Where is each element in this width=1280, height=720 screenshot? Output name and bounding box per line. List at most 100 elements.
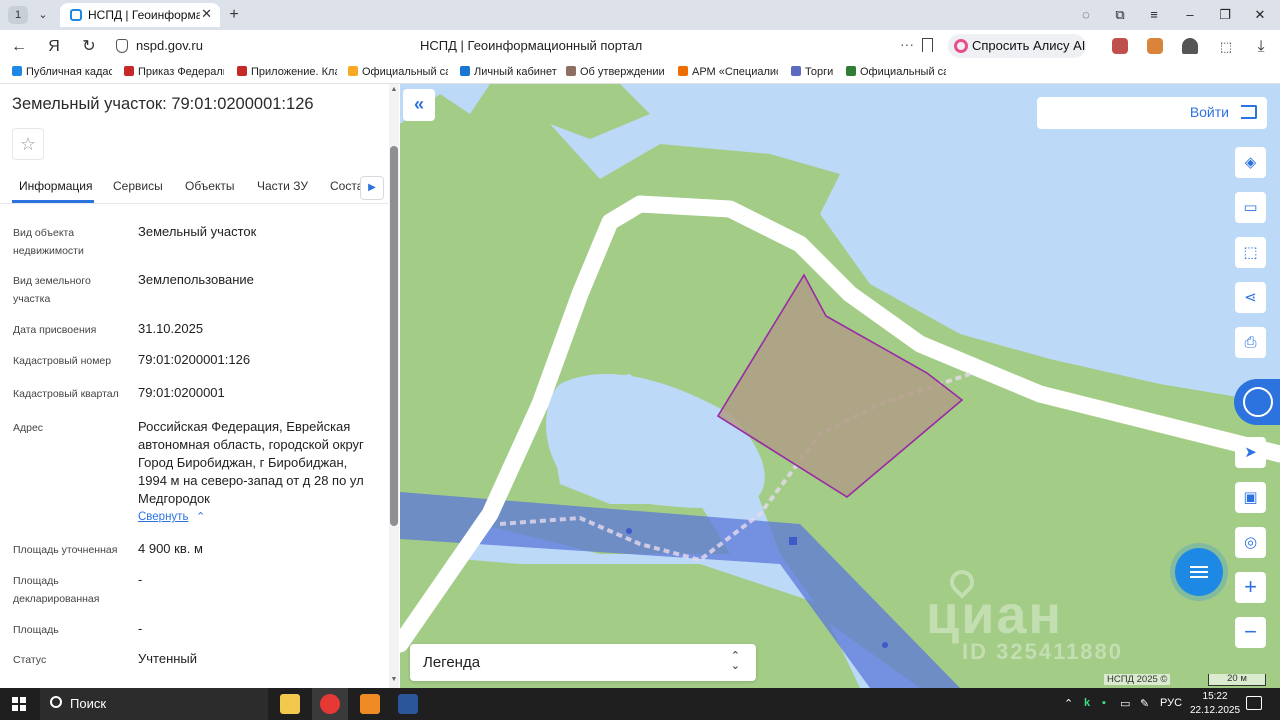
ask-alisa-button[interactable]: Спросить Алису AI	[948, 34, 1086, 58]
favorite-star-icon[interactable]: ☆	[12, 128, 44, 160]
tab-services[interactable]: Сервисы	[113, 179, 163, 193]
yandex-browser-icon[interactable]	[320, 694, 340, 714]
tray-chevron-icon[interactable]: ⌃	[1064, 697, 1073, 710]
select-area-icon[interactable]: ⬚	[1235, 237, 1266, 268]
new-tab-icon[interactable]: +	[224, 5, 244, 25]
object-info-panel: Земельный участок: 79:01:0200001:126 ☆ И…	[0, 84, 400, 688]
collapse-link[interactable]: Свернуть	[138, 511, 188, 523]
feedback-tab[interactable]	[1234, 379, 1280, 425]
bookmark-item[interactable]: АРМ «Специалис	[678, 66, 778, 82]
tab-information[interactable]: Информация	[19, 179, 92, 193]
bookmark-favicon-icon	[124, 66, 134, 76]
notifications-icon[interactable]	[1246, 696, 1262, 710]
pen-icon[interactable]: ✎	[1140, 697, 1149, 710]
zoom-in-button[interactable]: +	[1235, 572, 1266, 603]
browser-tab-active[interactable]: НСПД | Геоинформацио ✕	[60, 3, 220, 27]
watermark: циан	[926, 585, 1064, 645]
yandex-icon[interactable]: Я	[43, 36, 65, 58]
bookmark-label: Приказ Федераль	[138, 66, 224, 78]
minimap-icon[interactable]: ▣	[1235, 482, 1266, 513]
extension-icon[interactable]	[1112, 38, 1128, 54]
menu-icon[interactable]: ≡	[1142, 5, 1166, 25]
zoom-out-button[interactable]: −	[1235, 617, 1266, 648]
tab-counter[interactable]: 1	[8, 6, 28, 24]
restore-icon[interactable]: ❐	[1213, 5, 1237, 25]
field-value: Землепользование	[138, 272, 254, 287]
collections-icon[interactable]: ⧉	[1108, 5, 1132, 25]
bookmark-icon[interactable]	[922, 38, 933, 52]
bookmark-favicon-icon	[566, 66, 576, 76]
word-icon[interactable]	[398, 694, 418, 714]
reload-icon[interactable]: ↻	[78, 36, 100, 58]
cadastral-number-value: 79:01:0200001:126	[138, 352, 251, 367]
field-value: -	[138, 621, 143, 636]
bookmark-label: Личный кабинет	[474, 66, 557, 78]
windows-start-icon[interactable]	[12, 697, 26, 711]
tray-app-icon[interactable]: k	[1084, 697, 1090, 709]
chevron-up-icon[interactable]: ⌃	[196, 510, 205, 523]
page-title: НСПД | Геоинформационный портал	[420, 38, 643, 53]
site-security-icon[interactable]	[116, 39, 128, 53]
panel-scrollbar[interactable]: ▲ ▼	[389, 84, 399, 688]
app-icon[interactable]	[360, 694, 380, 714]
bookmark-label: Публичная кадас	[26, 66, 112, 78]
taskbar-search[interactable]: Поиск	[40, 688, 268, 720]
area-value: 4 900 кв. м	[138, 541, 203, 556]
extension-icon[interactable]	[1147, 38, 1163, 54]
language-indicator[interactable]: РУС	[1160, 697, 1182, 709]
bookmark-favicon-icon	[348, 66, 358, 76]
back-icon[interactable]: ←	[8, 36, 30, 58]
clock-date: 22.12.2025	[1190, 705, 1241, 716]
bookmark-item[interactable]: Приказ Федераль	[124, 66, 224, 82]
extension-icon[interactable]	[1182, 38, 1198, 54]
bookmark-label: Об утверждении	[580, 66, 665, 78]
login-button[interactable]: Войти	[1037, 97, 1267, 129]
share-icon[interactable]: ⋖	[1235, 282, 1266, 313]
cadastral-quarter-value: 79:01:0200001	[138, 385, 225, 400]
scroll-down-icon[interactable]: ▼	[390, 676, 398, 684]
bookmark-item[interactable]: Личный кабинет	[460, 66, 560, 82]
bookmark-item[interactable]: Торги	[791, 66, 841, 82]
print-icon[interactable]: ⎙	[1235, 327, 1266, 358]
bookmark-favicon-icon	[460, 66, 470, 76]
address-value: Российская Федерация, Еврейская автономн…	[138, 419, 364, 506]
more-icon[interactable]: ···	[900, 36, 914, 52]
bookmark-item[interactable]: Официальный са	[846, 66, 946, 82]
url-field[interactable]: nspd.gov.ru	[136, 38, 203, 53]
window-close-icon[interactable]: ✕	[1248, 5, 1272, 25]
locate-icon[interactable]: ➤	[1235, 437, 1266, 468]
clock[interactable]: 15:22 22.12.2025	[1190, 690, 1240, 718]
bookmark-item[interactable]: Об утверждении	[566, 66, 666, 82]
scrollbar-thumb[interactable]	[390, 146, 398, 526]
file-explorer-icon[interactable]	[280, 694, 300, 714]
scroll-up-icon[interactable]: ▲	[390, 86, 398, 94]
tab-close-icon[interactable]: ✕	[201, 6, 212, 22]
tray-app-icon[interactable]: ▪	[1102, 697, 1106, 709]
field-value: Земельный участок	[138, 224, 257, 239]
field-label: Вид земельного участка	[13, 275, 91, 305]
tab-parcel-parts[interactable]: Части ЗУ	[257, 179, 308, 193]
tab-objects[interactable]: Объекты	[185, 179, 235, 193]
bookmark-item[interactable]: Публичная кадас	[12, 66, 112, 82]
legend-dropdown[interactable]: Легенда ⌃ ⌄	[410, 644, 756, 681]
layers-icon[interactable]: ◈	[1235, 147, 1266, 178]
network-icon[interactable]: ▭	[1120, 697, 1130, 710]
bookmark-item[interactable]: Приложение. Кла	[237, 66, 337, 82]
map-view[interactable]: « Войти ◈ ▭ ⬚ ⋖ ⎙ ➤ ▣ ◎ + − циан ID 3254…	[400, 84, 1280, 688]
geo-search-icon[interactable]: ◎	[1235, 527, 1266, 558]
profile-icon[interactable]: ◌	[1074, 5, 1098, 25]
bookmark-label: Официальный са	[860, 66, 946, 78]
tabs-scroll-right-icon[interactable]: ▶	[360, 176, 384, 200]
extensions-icon[interactable]: ⬚	[1215, 36, 1237, 58]
field-label: Кадастровый квартал	[13, 388, 119, 400]
minimize-icon[interactable]: –	[1178, 5, 1202, 25]
ruler-icon[interactable]: ▭	[1235, 192, 1266, 223]
downloads-icon[interactable]: ⤓	[1250, 36, 1272, 58]
clock-time: 15:22	[1202, 691, 1228, 702]
bookmark-item[interactable]: Официальный са	[348, 66, 448, 82]
map-scale: 20 м	[1208, 674, 1266, 686]
collapse-panel-icon[interactable]: «	[403, 89, 435, 121]
chat-button[interactable]	[1175, 548, 1223, 596]
tab-list-chevron-icon[interactable]: ⌄	[34, 6, 52, 24]
field-label: Площадь уточненная	[13, 544, 118, 556]
